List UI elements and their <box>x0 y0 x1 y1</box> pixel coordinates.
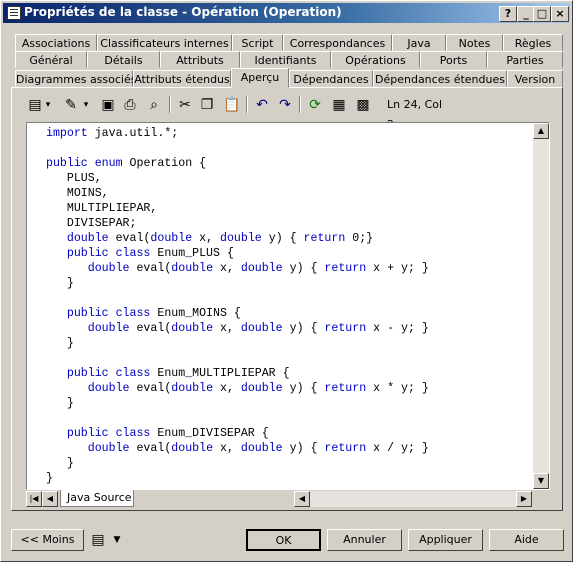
toolbar-separator <box>299 96 301 113</box>
window-title: Propriétés de la classe - Opération (Ope… <box>24 5 342 19</box>
toolbar-separator <box>169 96 171 113</box>
tab-dependances[interactable]: Dépendances <box>289 70 373 87</box>
cut-icon[interactable]: ✂ <box>177 95 193 115</box>
toolbar-separator <box>246 96 248 113</box>
tab-associations[interactable]: Associations <box>15 34 97 51</box>
code-line: public class Enum_DIVISEPAR { <box>66 427 269 440</box>
tab-parties[interactable]: Parties <box>487 51 563 68</box>
list-dropdown-icon[interactable]: ▼ <box>111 530 123 550</box>
tab-classificateurs-internes[interactable]: Classificateurs internes <box>97 34 232 51</box>
tab-details[interactable]: Détails <box>87 51 160 68</box>
find-icon[interactable]: ⌕ <box>145 95 163 115</box>
editor-bottom-bar: |◀ ◀ Java Source ◀ ▶ <box>26 490 550 507</box>
tab-ports[interactable]: Ports <box>420 51 487 68</box>
save-icon[interactable]: ▣ <box>100 95 116 115</box>
tab-attributs[interactable]: Attributs <box>160 51 240 68</box>
code-line: } <box>46 277 74 290</box>
title-bar: Propriétés de la classe - Opération (Ope… <box>3 3 570 23</box>
properties-window: Propriétés de la classe - Opération (Ope… <box>0 0 573 562</box>
undo-icon[interactable]: ↶ <box>254 95 270 115</box>
tab-general[interactable]: Général <box>15 51 87 68</box>
code-line: public enum Operation { <box>46 157 207 170</box>
scroll-up-icon[interactable]: ▲ <box>533 123 549 139</box>
close-icon[interactable]: × <box>551 6 569 22</box>
code-line: double eval(double x, double y) { return… <box>66 232 374 245</box>
vertical-scrollbar[interactable]: ▲ ▼ <box>533 123 549 489</box>
code-line: double eval(double x, double y) { return… <box>87 382 429 395</box>
code-line: MULTIPLIEPAR, <box>66 202 158 215</box>
tab-attributs-etendus[interactable]: Attributs étendus <box>133 70 231 87</box>
tab-notes[interactable]: Notes <box>446 34 503 51</box>
tab-apercu[interactable]: Aperçu <box>231 68 289 88</box>
table-icon[interactable]: ▦ <box>331 95 347 115</box>
horizontal-scrollbar[interactable] <box>310 491 516 507</box>
code-line: } <box>46 472 53 485</box>
help-icon[interactable]: ? <box>499 6 517 22</box>
code-line: public class Enum_PLUS { <box>66 247 234 260</box>
tab-diagrammes-associes[interactable]: Diagrammes associés <box>15 70 136 87</box>
prev-tab-icon[interactable]: ◀ <box>42 491 58 507</box>
properties-dropdown-icon[interactable]: ▾ <box>43 95 53 115</box>
code-content[interactable]: import java.util.*; public enum Operatio… <box>46 126 429 486</box>
tab-java[interactable]: Java <box>392 34 446 51</box>
scroll-right-icon[interactable]: ▶ <box>516 491 532 507</box>
properties-icon[interactable]: ▤ <box>28 95 42 115</box>
code-line: } <box>46 457 74 470</box>
ok-button[interactable]: OK <box>246 529 321 551</box>
tab-java-source[interactable]: Java Source <box>60 490 134 507</box>
code-line: public class Enum_MULTIPLIEPAR { <box>66 367 290 380</box>
edit-icon[interactable]: ✎ <box>63 95 79 115</box>
code-line: double eval(double x, double y) { return… <box>87 262 429 275</box>
list-icon[interactable]: ▤ <box>90 530 106 550</box>
scroll-down-icon[interactable]: ▼ <box>533 473 549 489</box>
tab-correspondances[interactable]: Correspondances <box>283 34 392 51</box>
edit-dropdown-icon[interactable]: ▾ <box>81 95 91 115</box>
code-line: PLUS, <box>66 172 102 185</box>
code-line: import java.util.*; <box>46 127 179 140</box>
scroll-left-icon[interactable]: ◀ <box>294 491 310 507</box>
tab-script[interactable]: Script <box>232 34 283 51</box>
copy-icon[interactable]: ❐ <box>199 95 215 115</box>
refresh-icon[interactable]: ⟳ <box>307 95 323 115</box>
redo-icon[interactable]: ↷ <box>277 95 293 115</box>
code-line: double eval(double x, double y) { return… <box>87 442 429 455</box>
window-icon <box>7 6 21 20</box>
tab-identifiants[interactable]: Identifiants <box>240 51 331 68</box>
code-line: MOINS, <box>66 187 109 200</box>
code-line: public class Enum_MOINS { <box>66 307 241 320</box>
moins-button[interactable]: << Moins <box>11 529 84 551</box>
print-icon[interactable]: ⎙ <box>122 95 138 115</box>
apply-button[interactable]: Appliquer <box>408 529 483 551</box>
code-line: } <box>46 397 74 410</box>
first-tab-icon[interactable]: |◀ <box>26 491 42 507</box>
paste-icon[interactable]: 📋 <box>223 95 240 115</box>
tab-dependances-etendues[interactable]: Dépendances étendues <box>373 70 507 87</box>
maximize-icon[interactable]: □ <box>533 6 551 22</box>
cancel-button[interactable]: Annuler <box>327 529 402 551</box>
cursor-position: Ln 24, Col 2 <box>387 98 443 131</box>
code-editor[interactable]: import java.util.*; public enum Operatio… <box>26 122 550 490</box>
code-line: DIVISEPAR; <box>66 217 137 230</box>
code-line: double eval(double x, double y) { return… <box>87 322 429 335</box>
tab-regles[interactable]: Règles <box>503 34 563 51</box>
tab-operations[interactable]: Opérations <box>331 51 420 68</box>
tab-version[interactable]: Version <box>507 70 563 87</box>
code-line: } <box>46 337 74 350</box>
edit-table-icon[interactable]: ▩ <box>355 95 371 115</box>
help-button[interactable]: Aide <box>489 529 564 551</box>
